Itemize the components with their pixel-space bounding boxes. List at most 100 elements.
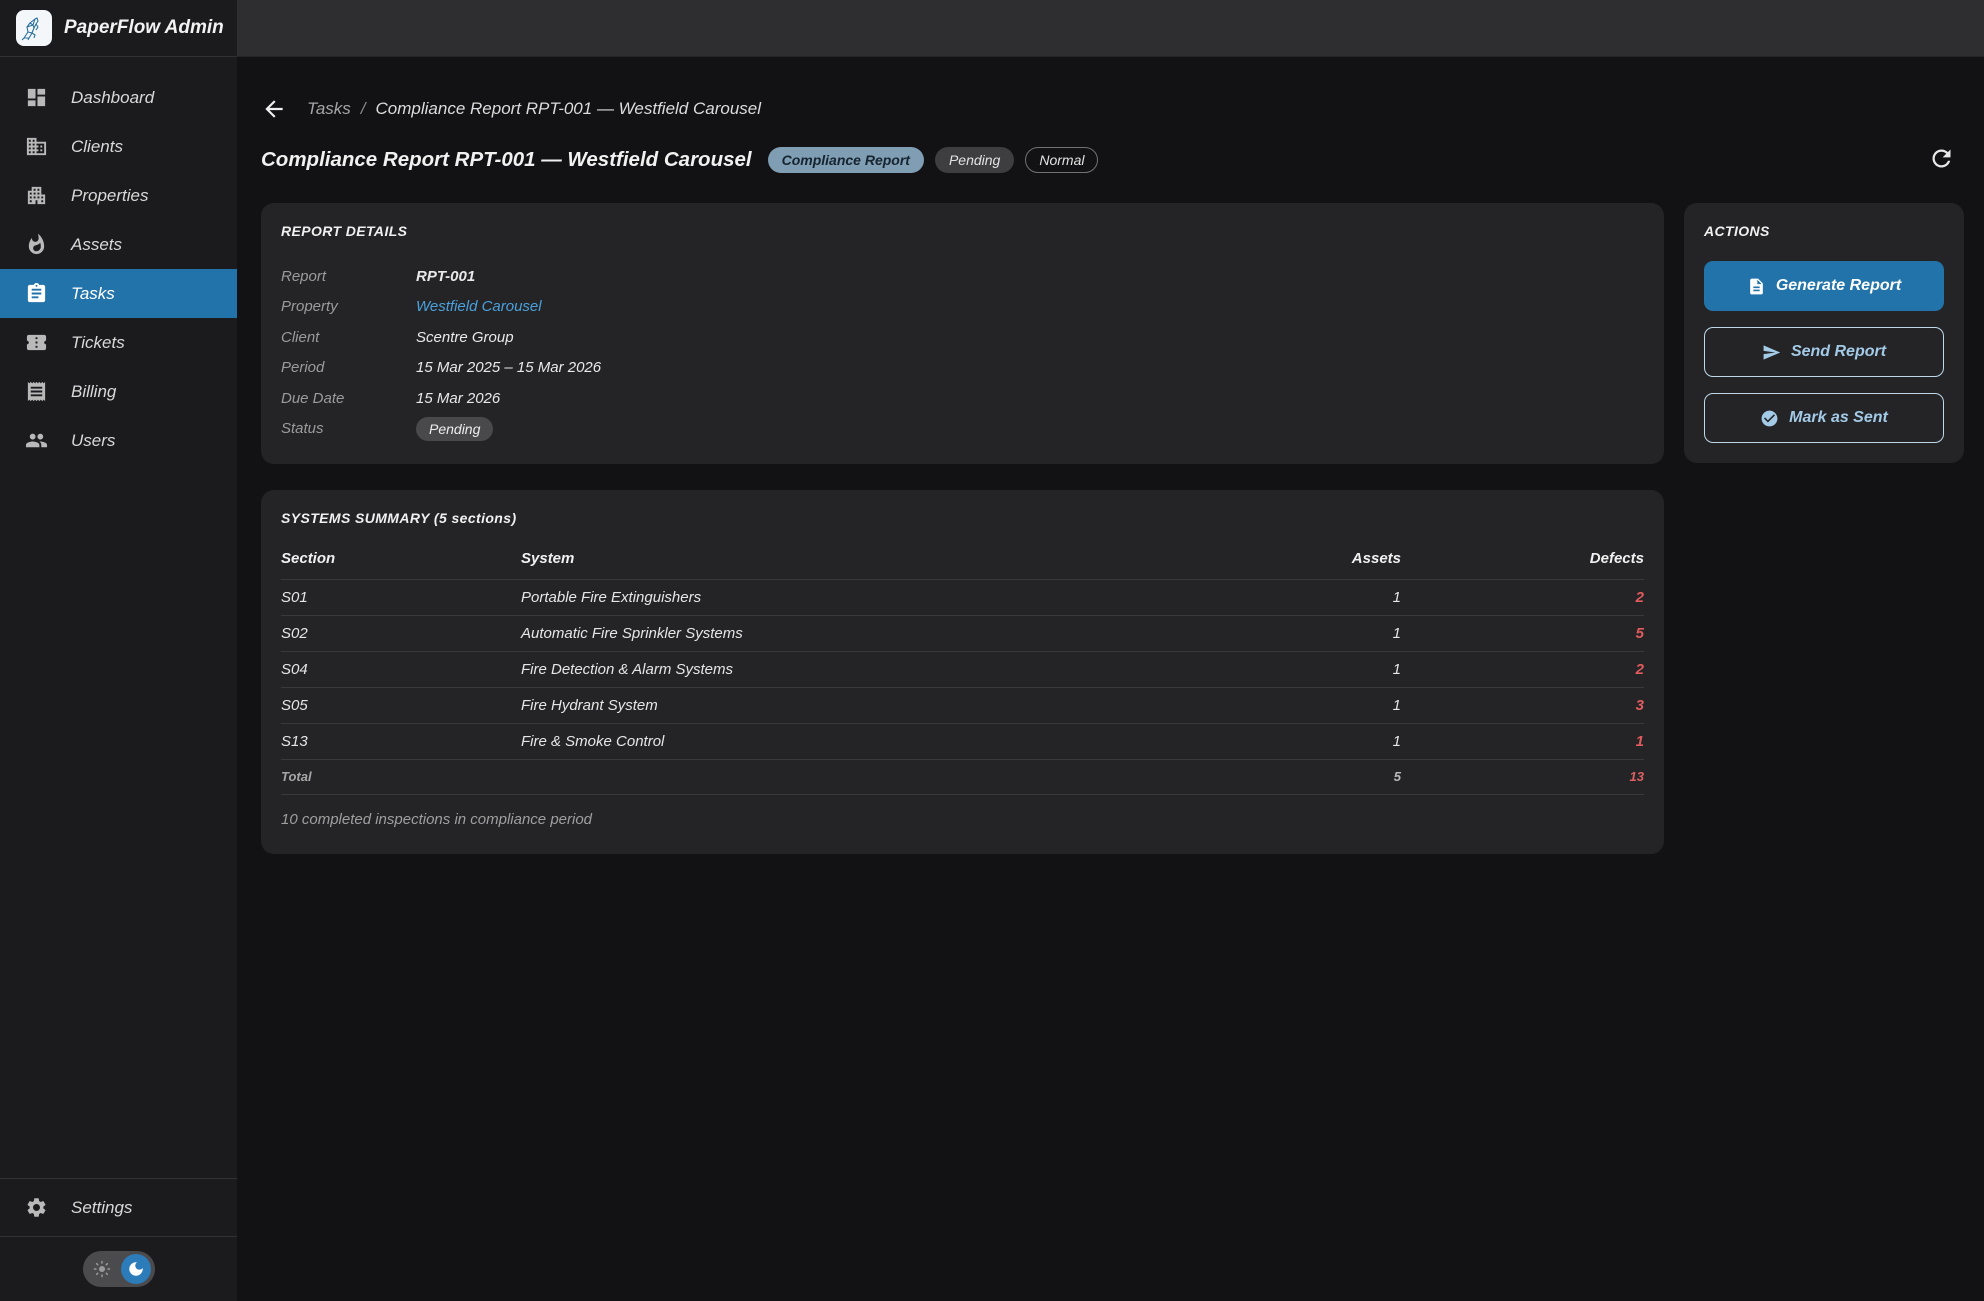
assets-cell: 1 bbox=[1281, 661, 1401, 678]
sidebar-item-billing[interactable]: Billing bbox=[0, 367, 237, 416]
sidebar-item-settings[interactable]: Settings bbox=[0, 1179, 237, 1236]
sidebar-item-label: Dashboard bbox=[71, 88, 154, 108]
actions-card: ACTIONS Generate Report Send Report Mark… bbox=[1684, 203, 1964, 463]
column-header-section: Section bbox=[281, 550, 521, 567]
breadcrumb: Tasks / Compliance Report RPT-001 — West… bbox=[261, 95, 1964, 123]
back-arrow-icon bbox=[261, 96, 287, 122]
assets-cell: 1 bbox=[1281, 697, 1401, 714]
table-header-row: Section System Assets Defects bbox=[281, 542, 1644, 579]
actions-heading: ACTIONS bbox=[1704, 223, 1944, 239]
report-details-heading: REPORT DETAILS bbox=[281, 223, 1644, 239]
sidebar-item-tasks[interactable]: Tasks bbox=[0, 269, 237, 318]
table-row: S02 Automatic Fire Sprinkler Systems 1 5 bbox=[281, 615, 1644, 651]
refresh-icon bbox=[1928, 145, 1955, 172]
mark-as-sent-button[interactable]: Mark as Sent bbox=[1704, 393, 1944, 443]
app-logo bbox=[16, 10, 52, 46]
assets-cell: 1 bbox=[1281, 733, 1401, 750]
system-cell: Fire Detection & Alarm Systems bbox=[521, 661, 1281, 678]
main-area: Tasks / Compliance Report RPT-001 — West… bbox=[237, 0, 1984, 1301]
detail-row-property: Property Westfield Carousel bbox=[281, 292, 1644, 323]
tickets-icon bbox=[25, 331, 49, 355]
section-cell: S01 bbox=[281, 589, 521, 606]
theme-toggle[interactable] bbox=[83, 1251, 155, 1287]
total-defects: 13 bbox=[1401, 769, 1644, 784]
refresh-button[interactable] bbox=[1928, 145, 1958, 175]
property-link[interactable]: Westfield Carousel bbox=[416, 298, 542, 315]
system-cell: Automatic Fire Sprinkler Systems bbox=[521, 625, 1281, 642]
systems-summary-footer: 10 completed inspections in compliance p… bbox=[281, 794, 1644, 834]
sidebar-item-tickets[interactable]: Tickets bbox=[0, 318, 237, 367]
dashboard-icon bbox=[25, 86, 49, 110]
table-row: S05 Fire Hydrant System 1 3 bbox=[281, 687, 1644, 723]
section-cell: S13 bbox=[281, 733, 521, 750]
check-circle-icon bbox=[1760, 409, 1779, 428]
sidebar-item-label: Billing bbox=[71, 382, 116, 402]
breadcrumb-parent[interactable]: Tasks bbox=[307, 99, 351, 119]
table-total-row: Total 5 13 bbox=[281, 759, 1644, 793]
defects-cell: 3 bbox=[1401, 697, 1644, 714]
button-label: Generate Report bbox=[1776, 277, 1901, 295]
sidebar-item-users[interactable]: Users bbox=[0, 416, 237, 465]
column-header-assets: Assets bbox=[1281, 550, 1401, 567]
detail-label: Period bbox=[281, 359, 416, 376]
total-assets: 5 bbox=[1281, 769, 1401, 784]
report-details-card: REPORT DETAILS Report RPT-001 Property W… bbox=[261, 203, 1664, 464]
detail-row-client: Client Scentre Group bbox=[281, 322, 1644, 353]
properties-icon bbox=[25, 184, 49, 208]
defects-cell: 5 bbox=[1401, 625, 1644, 642]
detail-label: Report bbox=[281, 268, 416, 285]
system-cell: Fire & Smoke Control bbox=[521, 733, 1281, 750]
table-row: S04 Fire Detection & Alarm Systems 1 2 bbox=[281, 651, 1644, 687]
client-value: Scentre Group bbox=[416, 329, 514, 346]
sidebar-item-assets[interactable]: Assets bbox=[0, 220, 237, 269]
assets-icon bbox=[25, 233, 49, 257]
theme-toggle-area bbox=[0, 1237, 237, 1301]
breadcrumb-separator: / bbox=[361, 99, 366, 119]
detail-row-due-date: Due Date 15 Mar 2026 bbox=[281, 383, 1644, 414]
document-icon bbox=[1747, 277, 1766, 296]
sidebar-item-label: Users bbox=[71, 431, 115, 451]
detail-label: Client bbox=[281, 329, 416, 346]
detail-label: Status bbox=[281, 420, 416, 437]
gear-icon bbox=[25, 1196, 49, 1220]
generate-report-button[interactable]: Generate Report bbox=[1704, 261, 1944, 311]
detail-label: Due Date bbox=[281, 390, 416, 407]
due-date-value: 15 Mar 2026 bbox=[416, 390, 500, 407]
assets-cell: 1 bbox=[1281, 589, 1401, 606]
defects-cell: 1 bbox=[1401, 733, 1644, 750]
button-label: Send Report bbox=[1791, 343, 1886, 361]
sidebar-item-dashboard[interactable]: Dashboard bbox=[0, 73, 237, 122]
sidebar-nav: Dashboard Clients Properties Assets Task… bbox=[0, 57, 237, 465]
priority-badge: Normal bbox=[1025, 147, 1098, 173]
table-row: S13 Fire & Smoke Control 1 1 bbox=[281, 723, 1644, 759]
assets-cell: 1 bbox=[1281, 625, 1401, 642]
sidebar-item-label: Tasks bbox=[71, 284, 115, 304]
send-report-button[interactable]: Send Report bbox=[1704, 327, 1944, 377]
left-column: REPORT DETAILS Report RPT-001 Property W… bbox=[261, 203, 1664, 854]
button-label: Mark as Sent bbox=[1789, 409, 1888, 427]
total-label: Total bbox=[281, 769, 521, 784]
column-header-system: System bbox=[521, 550, 1281, 567]
detail-row-report: Report RPT-001 bbox=[281, 261, 1644, 292]
status-pill: Pending bbox=[416, 417, 493, 441]
back-button[interactable] bbox=[261, 95, 289, 123]
kangaroo-logo-icon bbox=[20, 14, 48, 42]
send-icon bbox=[1762, 343, 1781, 362]
systems-summary-heading: SYSTEMS SUMMARY (5 sections) bbox=[281, 510, 1644, 526]
system-cell: Fire Hydrant System bbox=[521, 697, 1281, 714]
systems-summary-card: SYSTEMS SUMMARY (5 sections) Section Sys… bbox=[261, 490, 1664, 854]
page-title: Compliance Report RPT-001 — Westfield Ca… bbox=[261, 148, 752, 172]
light-mode-button[interactable] bbox=[87, 1254, 117, 1284]
system-cell: Portable Fire Extinguishers bbox=[521, 589, 1281, 606]
dark-mode-button[interactable] bbox=[121, 1254, 151, 1284]
title-badges: Compliance Report Pending Normal bbox=[768, 147, 1099, 173]
sidebar-item-label: Assets bbox=[71, 235, 122, 255]
detail-label: Property bbox=[281, 298, 416, 315]
section-cell: S02 bbox=[281, 625, 521, 642]
defects-cell: 2 bbox=[1401, 589, 1644, 606]
sidebar-item-properties[interactable]: Properties bbox=[0, 171, 237, 220]
systems-table: Section System Assets Defects S01 Portab… bbox=[281, 542, 1644, 793]
topbar bbox=[237, 0, 1984, 57]
content: Tasks / Compliance Report RPT-001 — West… bbox=[237, 57, 1984, 1301]
sidebar-item-clients[interactable]: Clients bbox=[0, 122, 237, 171]
